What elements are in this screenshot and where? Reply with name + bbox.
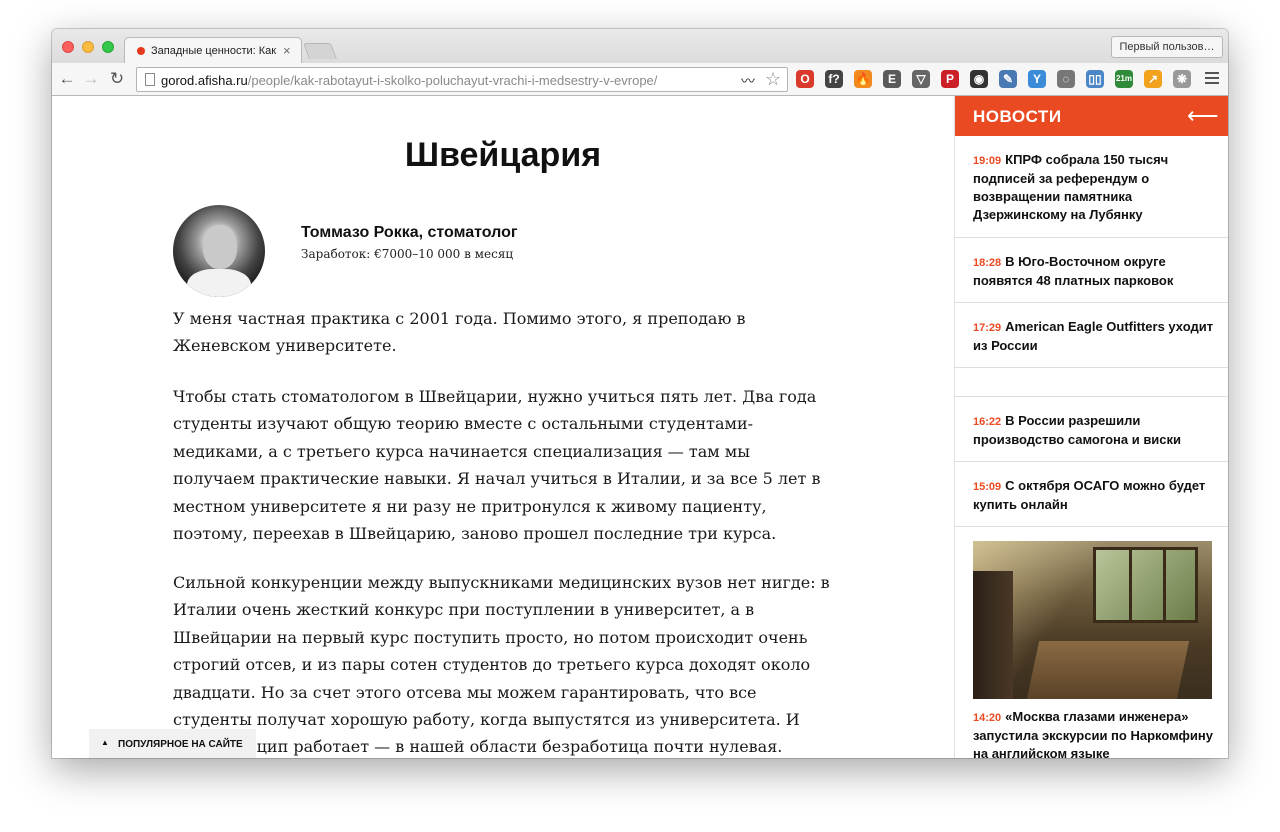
news-item[interactable]: 18:28 В Юго-Восточном округе появятся 48 … <box>955 238 1228 303</box>
close-window-button[interactable] <box>62 41 74 53</box>
evernote-icon[interactable]: E <box>883 70 901 88</box>
fire-icon[interactable]: 🔥 <box>854 70 872 88</box>
paragraph: У меня частная практика с 2001 года. Пом… <box>173 309 746 356</box>
browser-window: Западные ценности: Как р × Первый пользо… <box>52 29 1228 758</box>
page-icon <box>145 73 155 86</box>
popular-on-site-button[interactable]: ▲ ПОПУЛЯРНОЕ НА САЙТЕ <box>89 729 256 758</box>
y-icon[interactable]: Y <box>1028 70 1046 88</box>
bookmark-star-icon[interactable]: ☆ <box>765 69 781 90</box>
tab-title: Западные ценности: Как р <box>151 45 279 57</box>
paragraph: Сильной конкуренции между выпускниками м… <box>173 573 830 757</box>
news-item[interactable]: 14:20 «Москва глазами инженера» запустила… <box>973 708 1219 758</box>
news-headline[interactable]: В Юго-Восточном округе появятся 48 платн… <box>973 254 1173 288</box>
arrow-left-icon[interactable]: ⟵ <box>1187 103 1219 129</box>
paragraph: Чтобы стать стоматологом в Швейцарии, ну… <box>173 387 821 544</box>
news-time: 15:09 <box>973 481 1002 493</box>
tab-close-icon[interactable]: × <box>283 43 291 58</box>
news-headline[interactable]: American Eagle Outfitters уходит из Росс… <box>973 319 1213 353</box>
popular-label: ПОПУЛЯРНОЕ НА САЙТЕ <box>118 739 243 750</box>
profile-button[interactable]: Первый пользов… <box>1111 36 1223 58</box>
url-text[interactable]: gorod.afisha.ru/people/kak-rabotayut-i-s… <box>161 73 657 88</box>
favicon-icon <box>137 47 145 55</box>
news-headline[interactable]: С октября ОСАГО можно будет купить онлай… <box>973 478 1205 512</box>
news-time: 16:22 <box>973 416 1002 428</box>
news-photo[interactable] <box>973 541 1212 699</box>
news-headline[interactable]: КПРФ собрала 150 тысяч подписей за рефер… <box>973 152 1168 222</box>
news-headline[interactable]: «Москва глазами инженера» запустила экск… <box>973 709 1213 758</box>
caret-up-icon: ▲ <box>101 738 109 747</box>
page-content: Швейцария Томмазо Рокка, стоматолог Зара… <box>52 96 1228 758</box>
person-salary: Заработок: €7000–10 000 в месяц <box>301 247 514 261</box>
news-item[interactable]: 16:22 В России разрешили производство сам… <box>955 397 1228 462</box>
camera-icon[interactable]: ◉ <box>970 70 988 88</box>
book-icon[interactable]: ▯▯ <box>1086 70 1104 88</box>
news-divider <box>955 368 1228 397</box>
tab-strip: Западные ценности: Как р × Первый пользо… <box>52 29 1228 64</box>
news-item[interactable]: 17:29 American Eagle Outfitters уходит из… <box>955 303 1228 368</box>
news-time: 14:20 <box>973 712 1002 724</box>
reload-button[interactable]: ↻ <box>108 70 126 88</box>
eyedropper-icon[interactable]: ✎ <box>999 70 1017 88</box>
fx-icon[interactable]: f? <box>825 70 843 88</box>
chart-icon[interactable]: ↗ <box>1144 70 1162 88</box>
article-title: Швейцария <box>404 136 602 174</box>
news-time: 19:09 <box>973 155 1002 167</box>
news-item[interactable]: 19:09 КПРФ собрала 150 тысяч подписей за … <box>955 136 1228 238</box>
tab-active[interactable]: Западные ценности: Как р × <box>124 37 302 64</box>
news-sidebar: НОВОСТИ ⟵ 19:09 КПРФ собрала 150 тысяч по… <box>954 96 1228 758</box>
zoom-window-button[interactable] <box>102 41 114 53</box>
url-host: gorod.afisha.ru <box>161 73 248 88</box>
address-bar[interactable]: gorod.afisha.ru/people/kak-rabotayut-i-s… <box>136 67 788 92</box>
mustache-extension-icon[interactable]: 〰 <box>741 71 755 91</box>
article: Швейцария Томмазо Рокка, стоматолог Зара… <box>52 96 954 758</box>
news-headline[interactable]: В России разрешили производство самогона… <box>973 413 1181 447</box>
avatar <box>173 205 265 297</box>
opera-badge-icon[interactable]: O <box>796 70 814 88</box>
url-path: /people/kak-rabotayut-i-skolko-poluchayu… <box>247 73 658 88</box>
minimize-window-button[interactable] <box>82 41 94 53</box>
back-button[interactable]: ← <box>58 70 76 88</box>
news-title: НОВОСТИ <box>973 107 1062 126</box>
paw-icon[interactable]: ❋ <box>1173 70 1191 88</box>
news-time: 17:29 <box>973 322 1002 334</box>
news-item[interactable]: 15:09 С октября ОСАГО можно будет купить … <box>955 462 1228 527</box>
refresh-ext-icon[interactable]: ◌ <box>1057 70 1075 88</box>
timer-icon[interactable]: 21m <box>1115 70 1133 88</box>
toolbar: ← → ↻ gorod.afisha.ru/people/kak-rabotay… <box>52 63 1228 96</box>
news-time: 18:28 <box>973 257 1002 269</box>
news-header: НОВОСТИ ⟵ <box>955 96 1228 136</box>
pocket-icon[interactable]: ▽ <box>912 70 930 88</box>
person-name: Томмазо Рокка, стоматолог <box>301 224 518 241</box>
menu-icon[interactable] <box>1205 72 1219 87</box>
pinterest-icon[interactable]: P <box>941 70 959 88</box>
new-tab-button[interactable] <box>303 43 337 59</box>
forward-button[interactable]: → <box>82 70 100 88</box>
